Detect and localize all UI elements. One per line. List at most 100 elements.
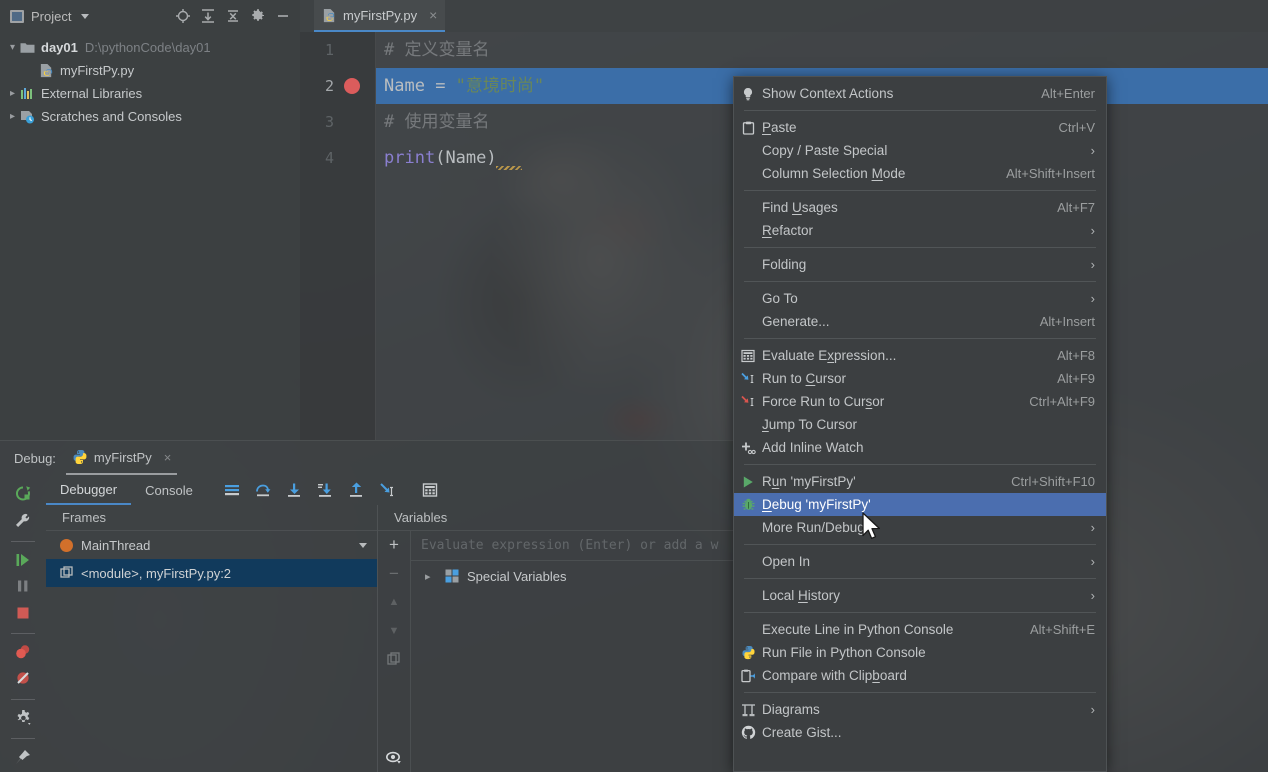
menu-item-run-file-in-python-console[interactable]: Run File in Python Console	[734, 641, 1106, 664]
python-file-icon	[38, 63, 55, 78]
step-over-icon[interactable]	[254, 481, 272, 499]
collapse-all-icon[interactable]	[225, 8, 241, 24]
menu-item-compare-with-clipboard[interactable]: Compare with Clipboard	[734, 664, 1106, 687]
menu-item-refactor[interactable]: Refactor ›	[734, 219, 1106, 242]
menu-item-label: Show Context Actions	[762, 86, 894, 101]
expand-all-icon[interactable]	[200, 8, 216, 24]
show-execution-point-icon[interactable]	[223, 481, 241, 499]
compare-clipboard-icon	[734, 669, 762, 683]
stop-icon[interactable]	[7, 602, 39, 624]
add-watch-button[interactable]: +	[389, 531, 399, 560]
resume-program-icon[interactable]	[7, 549, 39, 571]
divider	[11, 698, 35, 700]
menu-item-label: Create Gist...	[762, 725, 842, 740]
evaluate-expression-icon[interactable]	[421, 481, 439, 499]
copy-icon[interactable]	[387, 645, 401, 674]
mouse-cursor	[862, 512, 884, 542]
close-icon[interactable]: ×	[429, 7, 437, 23]
menu-item-force-run-to-cursor[interactable]: Force Run to Cursor Ctrl+Alt+F9	[734, 390, 1106, 413]
twisty-collapsed-icon[interactable]: ▸	[425, 570, 431, 583]
settings-gear-icon[interactable]	[7, 706, 39, 728]
project-panel-header: Project	[0, 0, 300, 32]
gear-icon[interactable]	[250, 8, 266, 24]
menu-item-copy-paste-special[interactable]: Copy / Paste Special ›	[734, 139, 1106, 162]
variables-side-toolbar: + − ▲ ▼	[378, 531, 410, 772]
menu-item-generate[interactable]: Generate... Alt+Insert	[734, 310, 1106, 333]
menu-item-folding[interactable]: Folding ›	[734, 253, 1106, 276]
code-line[interactable]: 1 # 定义变量名	[300, 32, 1268, 68]
menu-item-diagrams[interactable]: Diagrams ›	[734, 698, 1106, 721]
tree-node-label: Scratches and Consoles	[41, 109, 182, 124]
menu-item-execute-line-in-python-console[interactable]: Execute Line in Python Console Alt+Shift…	[734, 618, 1106, 641]
watch-eye-icon[interactable]	[385, 744, 403, 772]
chevron-right-icon: ›	[1090, 554, 1095, 569]
view-breakpoints-icon[interactable]	[7, 641, 39, 663]
menu-item-column-selection-mode[interactable]: Column Selection Mode Alt+Shift+Insert	[734, 162, 1106, 185]
breakpoint-icon[interactable]	[344, 78, 360, 94]
evaluate-expression-input[interactable]: Evaluate expression (Enter) or add a w	[411, 531, 740, 561]
mute-breakpoints-icon[interactable]	[7, 667, 39, 689]
menu-separator	[744, 338, 1096, 339]
frame-list-item[interactable]: <module>, myFirstPy.py:2	[46, 559, 377, 587]
menu-item-run-to-cursor[interactable]: Run to Cursor Alt+F9	[734, 367, 1106, 390]
tree-node-scratches-and-consoles[interactable]: ▸ Scratches and Consoles	[0, 105, 300, 128]
twisty-expanded-icon[interactable]: ▾	[6, 42, 19, 53]
chevron-down-icon[interactable]	[81, 13, 90, 19]
remove-watch-button[interactable]: −	[389, 560, 399, 589]
force-run-to-cursor-icon	[734, 395, 762, 409]
tree-node-external-libraries[interactable]: ▸ External Libraries	[0, 82, 300, 105]
menu-item-create-gist[interactable]: Create Gist...	[734, 721, 1106, 744]
thread-selector[interactable]: MainThread	[46, 531, 377, 559]
python-icon	[72, 449, 88, 465]
diagrams-icon	[734, 703, 762, 717]
locate-icon[interactable]	[175, 8, 191, 24]
pin-icon[interactable]	[7, 746, 39, 768]
run-to-cursor-icon[interactable]	[378, 481, 396, 499]
editor-tab-myfirstpy[interactable]: myFirstPy.py ×	[314, 0, 446, 32]
menu-item-find-usages[interactable]: Find Usages Alt+F7	[734, 196, 1106, 219]
menu-item-label: Jump To Cursor	[762, 417, 858, 432]
menu-item-local-history[interactable]: Local History ›	[734, 584, 1106, 607]
menu-item-label: Run to Cursor	[762, 371, 847, 386]
menu-item-more-run-debug[interactable]: More Run/Debug ›	[734, 516, 1106, 539]
editor-context-menu[interactable]: Show Context Actions Alt+Enter Paste Ctr…	[733, 76, 1107, 772]
chevron-down-icon[interactable]	[359, 542, 367, 548]
debug-session-label: myFirstPy	[93, 449, 152, 465]
step-into-icon[interactable]	[285, 481, 303, 499]
menu-separator	[744, 544, 1096, 545]
move-down-icon[interactable]: ▼	[389, 617, 400, 646]
menu-item-paste[interactable]: Paste Ctrl+V	[734, 116, 1106, 139]
tab-debugger[interactable]: Debugger	[46, 475, 132, 505]
settings-wrench-icon[interactable]	[7, 509, 39, 531]
tree-node-myfirstpy[interactable]: ▸ myFirstPy.py	[0, 59, 300, 82]
tab-console[interactable]: Console	[131, 475, 207, 505]
add-inline-watch-icon	[734, 441, 762, 455]
menu-separator	[744, 578, 1096, 579]
chevron-right-icon: ›	[1090, 520, 1095, 535]
variables-item-special-variables[interactable]: ▸ Special Variables	[411, 561, 740, 591]
code-line-text: # 定义变量名	[384, 40, 490, 60]
variables-item-label: Special Variables	[467, 568, 567, 584]
twisty-collapsed-icon[interactable]: ▸	[6, 111, 19, 122]
twisty-collapsed-icon[interactable]: ▸	[6, 88, 19, 99]
pause-program-icon[interactable]	[7, 575, 39, 597]
menu-item-open-in[interactable]: Open In ›	[734, 550, 1106, 573]
menu-item-run-myfirstpy[interactable]: Run 'myFirstPy' Ctrl+Shift+F10	[734, 470, 1106, 493]
project-panel-toolbar	[175, 8, 300, 24]
tree-node-day01[interactable]: ▾ day01 D:\pythonCode\day01	[0, 36, 300, 59]
rerun-icon[interactable]	[7, 483, 39, 505]
menu-item-add-inline-watch[interactable]: Add Inline Watch	[734, 436, 1106, 459]
menu-item-evaluate-expression[interactable]: Evaluate Expression... Alt+F8	[734, 344, 1106, 367]
debug-step-toolbar	[223, 481, 439, 499]
menu-item-go-to[interactable]: Go To ›	[734, 287, 1106, 310]
variables-main: Evaluate expression (Enter) or add a w ▸…	[410, 531, 740, 772]
menu-item-show-context-actions[interactable]: Show Context Actions Alt+Enter	[734, 82, 1106, 105]
force-step-into-icon[interactable]	[316, 481, 334, 499]
menu-item-jump-to-cursor[interactable]: Jump To Cursor	[734, 413, 1106, 436]
debug-session-tab[interactable]: myFirstPy ×	[65, 441, 178, 475]
minimize-icon[interactable]	[275, 8, 291, 24]
close-icon[interactable]: ×	[164, 450, 172, 465]
menu-item-debug-myfirstpy[interactable]: Debug 'myFirstPy'	[734, 493, 1106, 516]
move-up-icon[interactable]: ▲	[389, 588, 400, 617]
step-out-icon[interactable]	[347, 481, 365, 499]
